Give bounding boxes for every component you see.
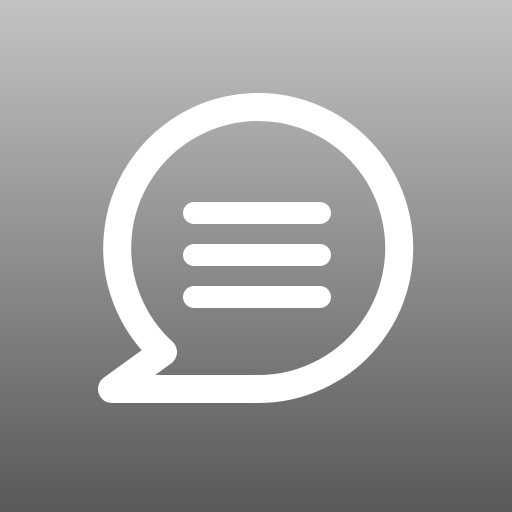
chat-bubble-lines-icon [0, 0, 512, 512]
messages-app-icon[interactable] [0, 0, 512, 512]
